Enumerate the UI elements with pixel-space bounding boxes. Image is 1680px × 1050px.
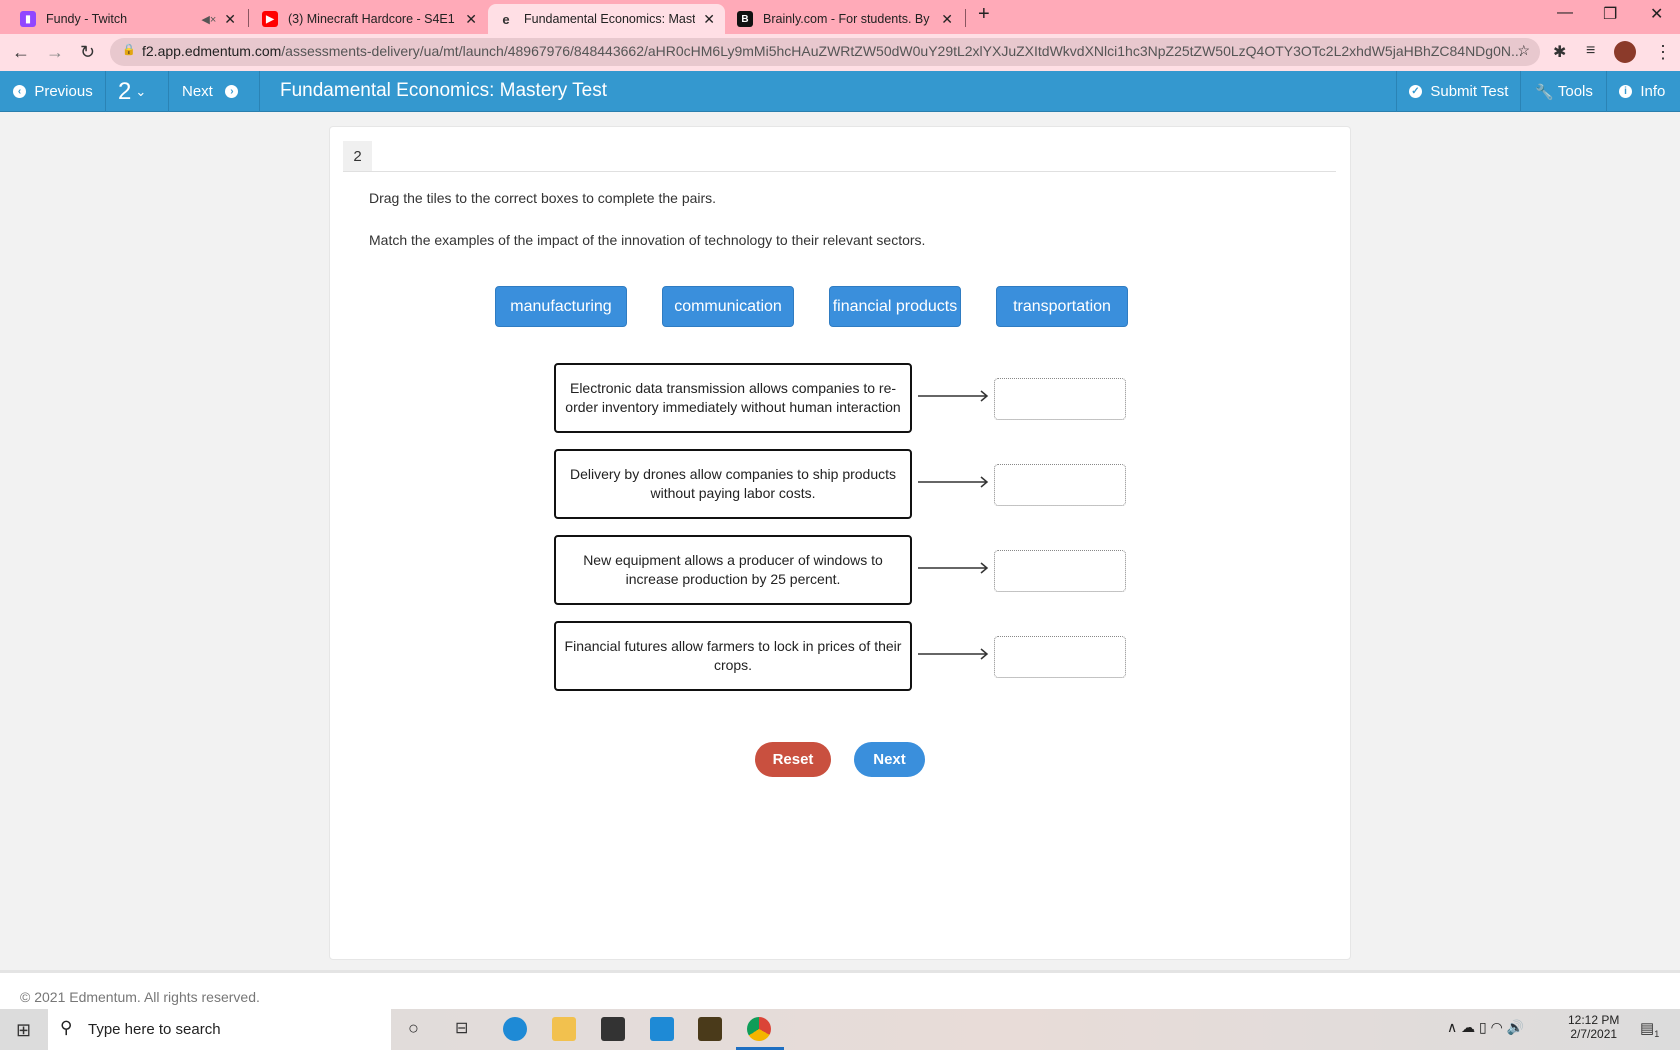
extensions-icon[interactable]: ✱ (1553, 42, 1566, 62)
assessment-header: ‹ Previous 2 ⌄ Next › Fundamental Economi… (0, 71, 1680, 112)
info-button[interactable]: i Info (1607, 71, 1680, 112)
tile-financial-products[interactable]: financial products (829, 286, 961, 327)
brainly-icon: B (737, 11, 753, 27)
store-icon[interactable] (601, 1017, 625, 1041)
close-tab-icon[interactable]: ✕ (465, 11, 477, 28)
bookmark-star-icon[interactable]: ☆ (1517, 42, 1530, 59)
minecraft-icon[interactable] (698, 1017, 722, 1041)
drop-target[interactable] (994, 636, 1126, 678)
file-explorer-icon[interactable] (552, 1017, 576, 1041)
restore-button[interactable]: ❐ (1603, 4, 1617, 24)
close-tab-icon[interactable]: ✕ (224, 11, 236, 28)
tile-transportation[interactable]: transportation (996, 286, 1128, 327)
clock[interactable]: 12:12 PM 2/7/2021 (1568, 1013, 1619, 1041)
system-tray-icons[interactable]: ∧ ☁ ▯ ◠ 🔊 (1447, 1019, 1524, 1036)
menu-icon[interactable]: ⋮ (1654, 42, 1672, 63)
arrow-right-circle-icon: › (225, 85, 239, 98)
info-icon: i (1619, 85, 1632, 98)
chevron-down-icon: ⌄ (135, 83, 147, 99)
prompt-box: Electronic data transmission allows comp… (554, 363, 912, 433)
copyright: © 2021 Edmentum. All rights reserved. (20, 989, 260, 1005)
edmentum-icon: e (502, 11, 510, 27)
footer: © 2021 Edmentum. All rights reserved. (0, 970, 1680, 1010)
check-circle-icon: ✓ (1409, 85, 1422, 98)
cortana-icon[interactable]: ○ (408, 1018, 419, 1039)
browser-tab-bar: ▮ Fundy - Twitch ◀× ✕ ▶ (3) Minecraft Ha… (0, 0, 1680, 34)
chrome-icon[interactable] (747, 1017, 771, 1041)
reset-button[interactable]: Reset (755, 742, 831, 777)
next-header-button[interactable]: Next › (169, 71, 260, 112)
tab-youtube[interactable]: ▶ (3) Minecraft Hardcore - S4E1 - ✕ (252, 4, 487, 34)
youtube-icon: ▶ (262, 11, 278, 27)
profile-avatar[interactable] (1614, 41, 1636, 63)
taskbar-search[interactable]: ⚲ Type here to search (48, 1009, 391, 1050)
edge-icon[interactable] (503, 1017, 527, 1041)
forward-icon[interactable]: → (46, 42, 64, 63)
arrow-right-icon (918, 562, 989, 574)
drop-target[interactable] (994, 464, 1126, 506)
task-view-icon[interactable]: ⊟ (455, 1018, 468, 1038)
media-control-icon[interactable]: ≡ (1586, 42, 1595, 60)
reload-icon[interactable]: ↻ (80, 42, 95, 63)
twitch-icon: ▮ (20, 11, 36, 27)
tile-manufacturing[interactable]: manufacturing (495, 286, 627, 327)
tab-twitch[interactable]: ▮ Fundy - Twitch ◀× ✕ (10, 4, 246, 34)
search-icon: ⚲ (60, 1018, 73, 1037)
tile-communication[interactable]: communication (662, 286, 794, 327)
muted-speaker-icon[interactable]: ◀× (201, 13, 216, 26)
instruction-match: Match the examples of the impact of the … (369, 232, 926, 248)
arrow-right-icon (918, 476, 989, 488)
arrow-left-circle-icon: ‹ (13, 85, 26, 98)
windows-start-icon[interactable]: ⊞ (16, 1020, 31, 1041)
instruction-drag: Drag the tiles to the correct boxes to c… (369, 190, 717, 206)
notification-icon[interactable]: ▤1 (1640, 1019, 1659, 1039)
minimize-button[interactable]: — (1557, 4, 1573, 22)
question-select[interactable]: 2 ⌄ (106, 71, 169, 112)
prompt-box: Financial futures allow farmers to lock … (554, 621, 912, 691)
wrench-icon: 🔧 (1535, 83, 1554, 101)
close-window-button[interactable]: ✕ (1650, 4, 1663, 24)
drop-target[interactable] (994, 378, 1126, 420)
arrow-right-icon (918, 390, 989, 402)
question-number: 2 (343, 141, 372, 171)
new-tab-button[interactable]: + (978, 3, 990, 26)
back-icon[interactable]: ← (12, 42, 30, 63)
tab-brainly[interactable]: B Brainly.com - For students. By stu ✕ (727, 4, 963, 34)
drop-target[interactable] (994, 550, 1126, 592)
url-input[interactable]: 🔒 f2.app.edmentum.com/assessments-delive… (110, 38, 1540, 66)
close-tab-icon[interactable]: ✕ (941, 11, 953, 28)
arrow-right-icon (918, 648, 989, 660)
tools-button[interactable]: 🔧 Tools (1521, 71, 1607, 112)
next-button[interactable]: Next (854, 742, 925, 777)
lock-icon: 🔒 (122, 44, 136, 56)
close-tab-icon[interactable]: ✕ (703, 11, 715, 28)
prompt-box: New equipment allows a producer of windo… (554, 535, 912, 605)
taskbar: ⊞ ⚲ Type here to search ○ ⊟ ∧ ☁ ▯ ◠ 🔊 12… (0, 1009, 1680, 1050)
mail-icon[interactable] (650, 1017, 674, 1041)
page-title: Fundamental Economics: Mastery Test (280, 80, 608, 101)
divider (343, 171, 1336, 172)
previous-button[interactable]: ‹ Previous (0, 71, 106, 112)
prompt-box: Delivery by drones allow companies to sh… (554, 449, 912, 519)
address-bar-row: ← → ↻ 🔒 f2.app.edmentum.com/assessments-… (0, 34, 1680, 71)
submit-test-button[interactable]: ✓ Submit Test (1396, 71, 1521, 112)
tab-edmentum[interactable]: e Fundamental Economics: Mastery ✕ (488, 4, 725, 34)
